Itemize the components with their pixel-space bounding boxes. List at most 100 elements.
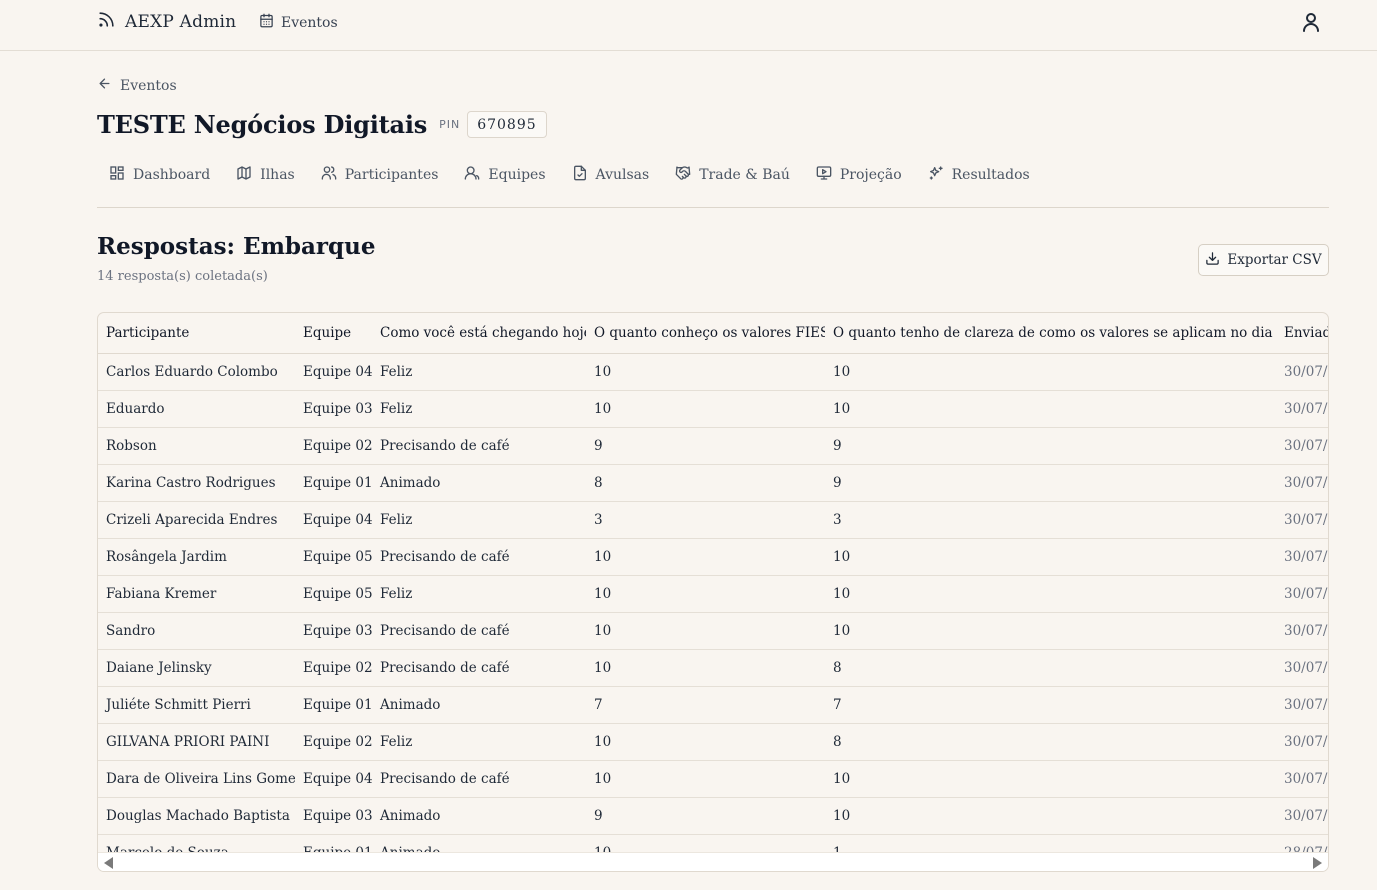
table-cell: 30/07/20: [1276, 797, 1328, 835]
tab-label: Resultados: [951, 167, 1030, 183]
page-title: TESTE Negócios Digitais: [97, 110, 428, 139]
responses-table-container: Participante Equipe Como você está chega…: [97, 312, 1329, 872]
tab-label: Projeção: [839, 167, 902, 183]
tab-label: Dashboard: [133, 167, 211, 183]
table-cell: Robson: [98, 427, 295, 465]
table-cell: Precisando de café: [372, 427, 586, 465]
table-cell: 10: [825, 575, 1276, 613]
table-cell: Precisando de café: [372, 760, 586, 798]
table-cell: Equipe 02: [295, 427, 372, 465]
tab-equipes[interactable]: Equipes: [452, 160, 557, 190]
nav-events-link[interactable]: Eventos: [259, 13, 338, 32]
table-cell: Precisando de café: [372, 612, 586, 650]
table-cell: 10: [825, 797, 1276, 835]
table-cell: Juliéte Schmitt Pierri: [98, 686, 295, 724]
table-cell: Crizeli Aparecida Endres: [98, 501, 295, 539]
table-cell: Equipe 03: [295, 390, 372, 428]
table-cell: GILVANA PRIORI PAINI: [98, 723, 295, 761]
table-cell: Sandro: [98, 612, 295, 650]
dashboard-icon: [109, 165, 125, 185]
table-cell: 10: [825, 612, 1276, 650]
table-row: Douglas Machado Baptista Equipe 03 Animado…: [98, 797, 1328, 835]
tab-dashboard[interactable]: Dashboard: [97, 160, 222, 190]
brand-name: AEXP Admin: [125, 11, 237, 32]
table-row: Daiane Jelinsky Equipe 02 Precisando de ca…: [98, 649, 1328, 687]
column-header: O quanto conheço os valores FIESC: [586, 313, 825, 354]
table-cell: 9: [825, 464, 1276, 502]
table-cell: Animado: [372, 464, 586, 502]
table-cell: Eduardo: [98, 390, 295, 428]
table-cell: 10: [586, 760, 825, 798]
event-header: TESTE Negócios Digitais PIN 670895: [97, 110, 547, 139]
tab-resultados[interactable]: Resultados: [916, 160, 1042, 190]
table-cell: 10: [586, 390, 825, 428]
table-row: Robson Equipe 02 Precisando de café 9 9 30/07…: [98, 427, 1328, 465]
table-row: Dara de Oliveira Lins Gomes Equipe 04 Prec…: [98, 760, 1328, 798]
table-cell: 10: [586, 649, 825, 687]
tab-ilhas[interactable]: Ilhas: [224, 160, 307, 190]
presentation-icon: [816, 165, 832, 185]
table-cell: 30/07/20: [1276, 686, 1328, 724]
map-icon: [236, 165, 252, 185]
table-cell: Precisando de café: [372, 538, 586, 576]
handshake-icon: [675, 165, 691, 185]
download-icon: [1205, 251, 1220, 270]
table-cell: Equipe 04: [295, 760, 372, 798]
responses-table: Participante Equipe Como você está chega…: [98, 313, 1328, 871]
table-row: Fabiana KremerEquipe 05Feliz101030/07/20: [98, 575, 1328, 613]
table-cell: Feliz: [372, 575, 586, 613]
tab-label: Equipes: [488, 167, 546, 183]
tab-label: Trade & Baú: [699, 167, 790, 183]
table-cell: Equipe 02: [295, 723, 372, 761]
scroll-left-arrow-icon[interactable]: [104, 857, 113, 869]
scroll-right-arrow-icon[interactable]: [1313, 857, 1322, 869]
brand-link[interactable]: AEXP Admin: [97, 10, 236, 33]
table-cell: Equipe 02: [295, 649, 372, 687]
horizontal-scrollbar[interactable]: [98, 852, 1328, 871]
table-cell: 10: [586, 353, 825, 391]
nav-events-label: Eventos: [281, 14, 338, 31]
table-cell: 30/07/20: [1276, 760, 1328, 798]
table-cell: Equipe 03: [295, 797, 372, 835]
table-cell: Fabiana Kremer: [98, 575, 295, 613]
table-cell: Equipe 01: [295, 464, 372, 502]
table-cell: Equipe 03: [295, 612, 372, 650]
pin-badge: 670895: [467, 111, 547, 138]
table-cell: Daiane Jelinsky: [98, 649, 295, 687]
table-row: Carlos Eduardo Colombo Equipe 04 Feliz 10 10…: [98, 353, 1328, 391]
table-cell: 9: [586, 427, 825, 465]
arrow-left-icon: [97, 76, 112, 95]
back-to-events-link[interactable]: Eventos: [97, 76, 177, 95]
table-cell: 30/07/20: [1276, 575, 1328, 613]
column-header: Como você está chegando hoje?: [372, 313, 586, 354]
top-navbar: AEXP Admin Eventos: [0, 0, 1377, 51]
export-csv-button[interactable]: Exportar CSV: [1198, 244, 1329, 276]
table-cell: 30/07/20: [1276, 723, 1328, 761]
table-cell: Feliz: [372, 353, 586, 391]
table-cell: 7: [825, 686, 1276, 724]
table-cell: 30/07/20: [1276, 538, 1328, 576]
column-header: Equipe: [295, 313, 372, 354]
rss-icon: [97, 10, 116, 33]
table-cell: Feliz: [372, 723, 586, 761]
table-row: EduardoEquipe 03Feliz101030/07/20: [98, 390, 1328, 428]
table-cell: 10: [586, 612, 825, 650]
column-header: O quanto tenho de clareza de como os val…: [825, 313, 1276, 354]
table-cell: Equipe 04: [295, 353, 372, 391]
tab-projecao[interactable]: Projeção: [804, 160, 914, 190]
section-title: Respostas: Embarque: [97, 233, 376, 260]
table-cell: Equipe 04: [295, 501, 372, 539]
response-count: 14 resposta(s) coletada(s): [97, 269, 268, 284]
column-header: Enviado: [1276, 313, 1328, 354]
table-header-row: Participante Equipe Como você está chega…: [98, 313, 1328, 354]
export-label: Exportar CSV: [1227, 252, 1322, 268]
table-cell: Douglas Machado Baptista: [98, 797, 295, 835]
table-cell: 9: [586, 797, 825, 835]
table-cell: 10: [825, 538, 1276, 576]
user-menu-button[interactable]: [1299, 10, 1323, 34]
tab-trade-bau[interactable]: Trade & Baú: [663, 160, 802, 190]
column-header: Participante: [98, 313, 295, 354]
tab-participantes[interactable]: Participantes: [309, 160, 451, 190]
tab-avulsas[interactable]: Avulsas: [560, 160, 662, 190]
table-cell: 30/07/20: [1276, 353, 1328, 391]
